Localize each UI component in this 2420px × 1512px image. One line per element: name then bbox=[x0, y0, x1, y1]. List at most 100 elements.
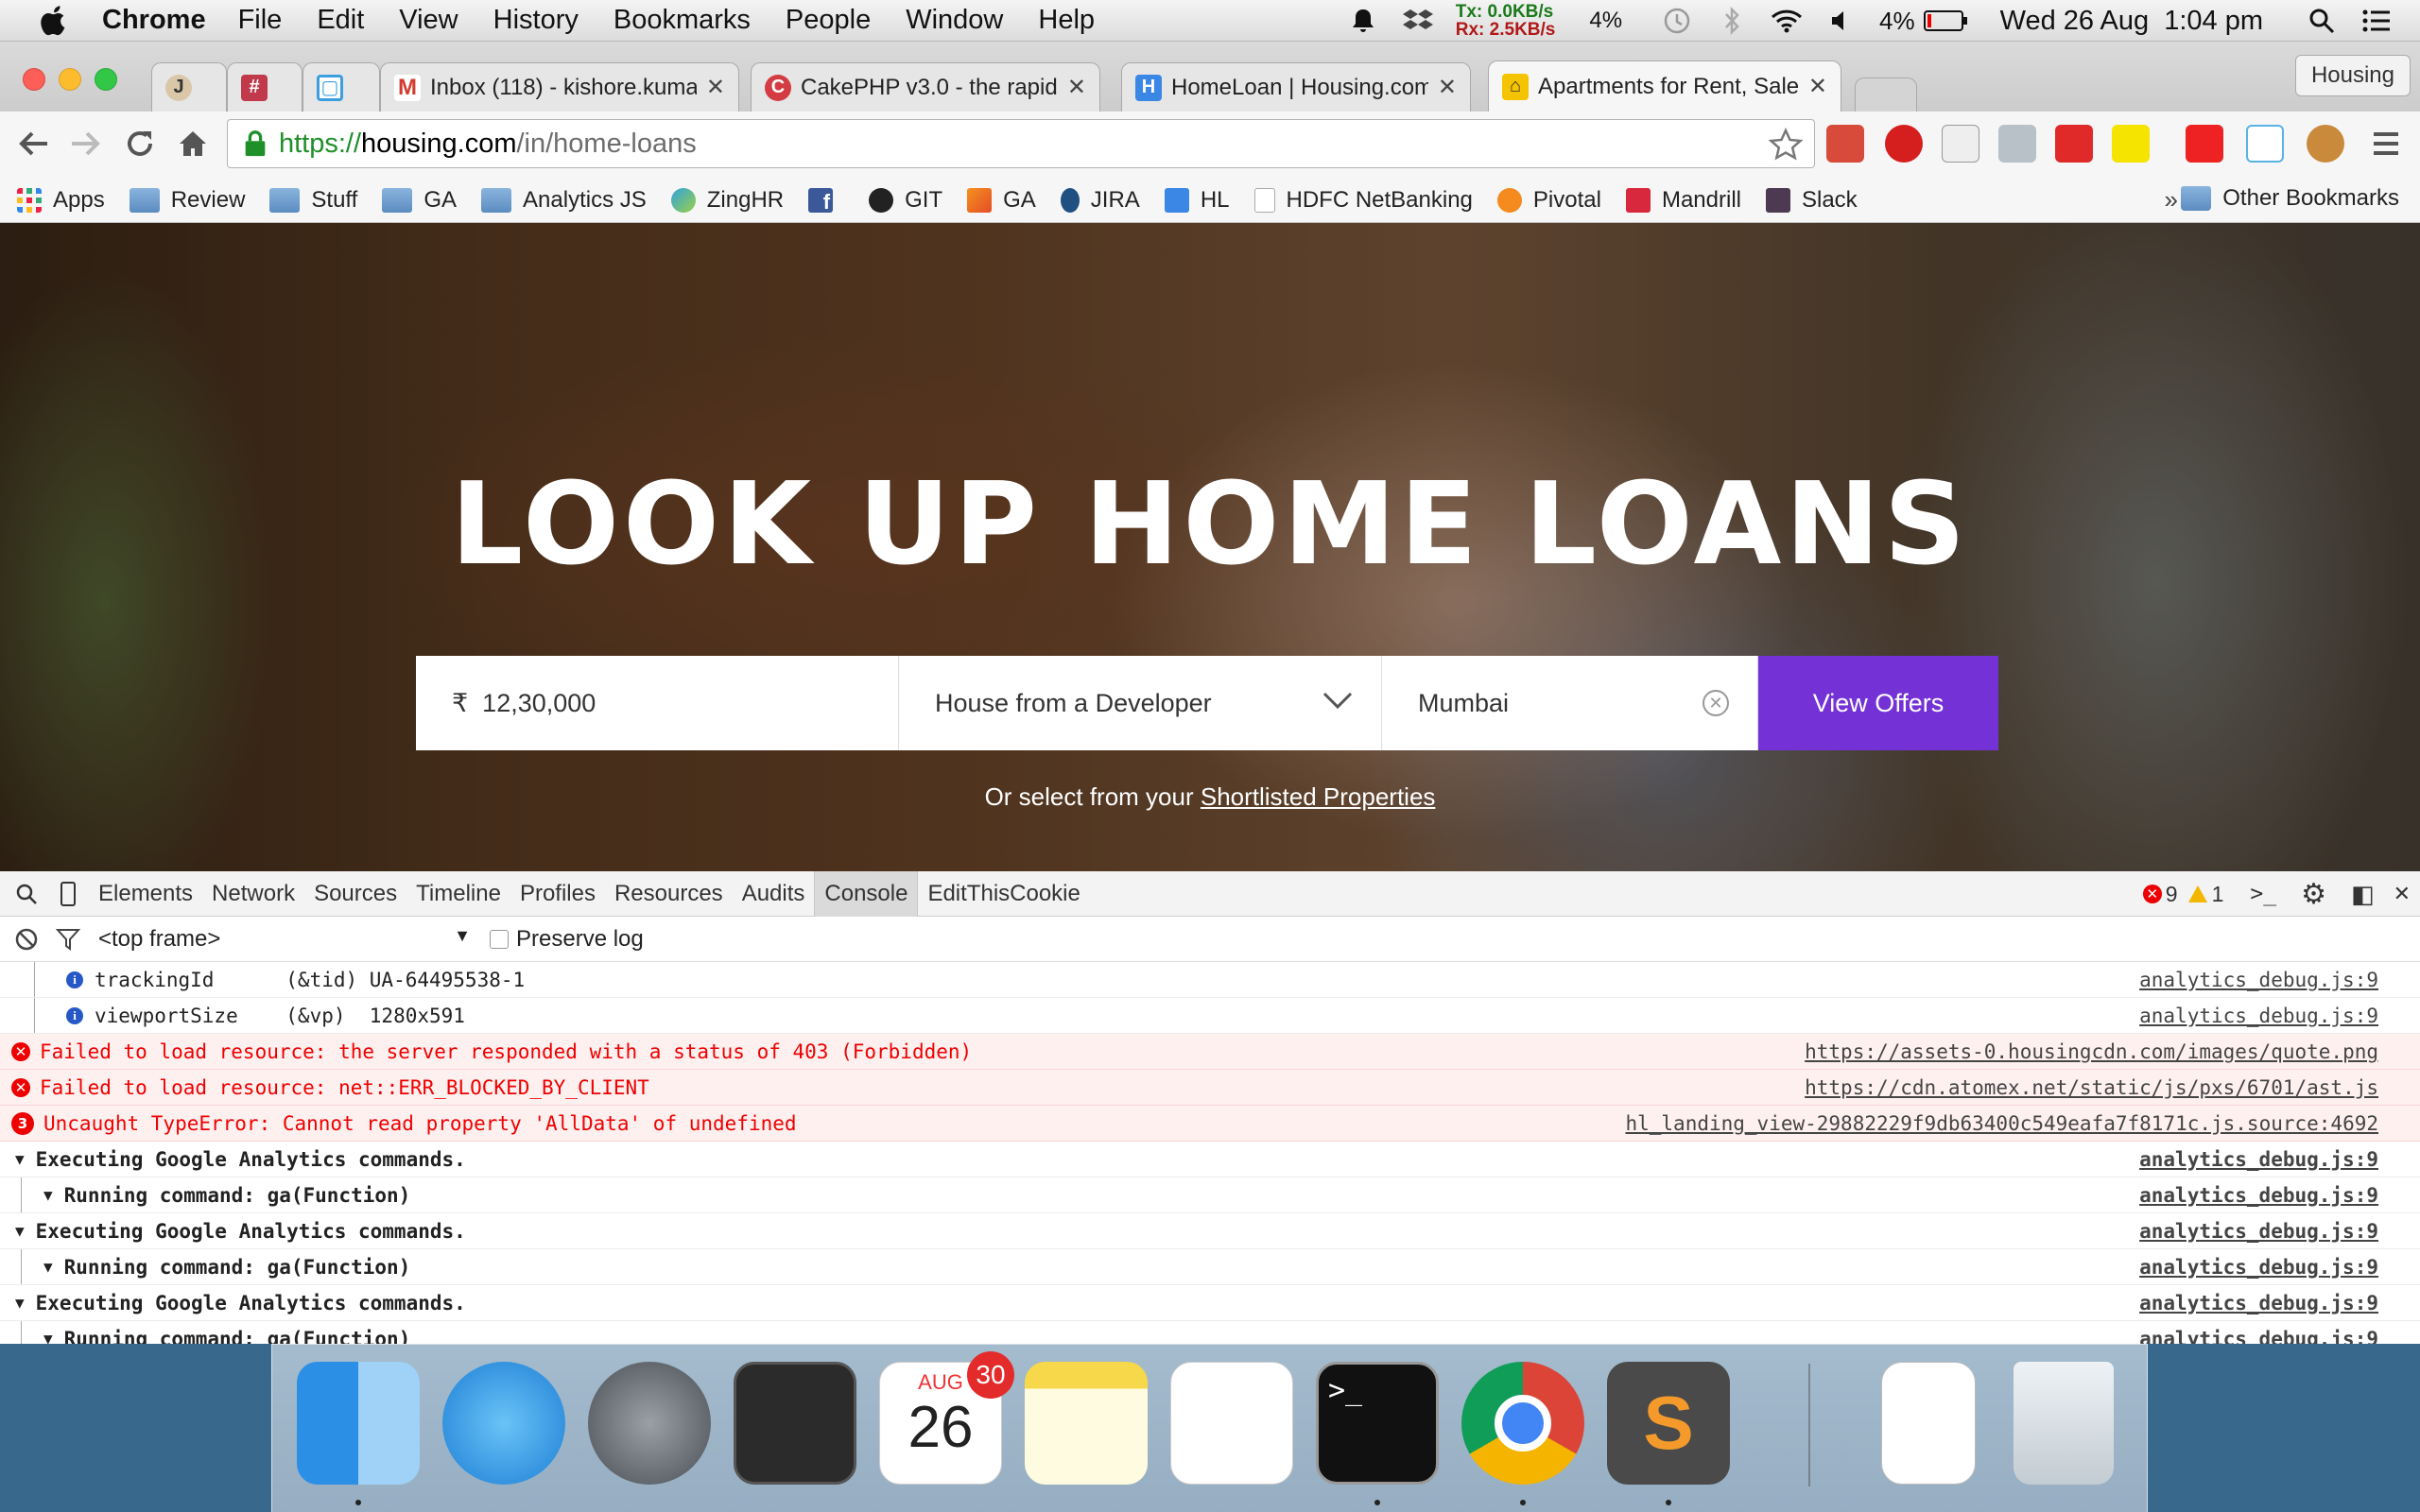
cookie-icon[interactable] bbox=[2307, 125, 2344, 163]
bookmark-page-icon[interactable] bbox=[2246, 125, 2284, 163]
lock-icon[interactable] bbox=[241, 129, 269, 158]
notification-center-icon[interactable] bbox=[2360, 7, 2394, 35]
console-source-link[interactable]: https://cdn.atomex.net/static/js/pxs/670… bbox=[1805, 1076, 2378, 1099]
close-tab-icon[interactable]: ✕ bbox=[706, 74, 725, 101]
inspect-search-icon[interactable] bbox=[6, 871, 47, 917]
clock[interactable]: Wed 26 Aug 1:04 pm bbox=[2000, 6, 2263, 37]
trash-icon[interactable] bbox=[2014, 1362, 2114, 1485]
devtools-tab-resources[interactable]: Resources bbox=[605, 871, 733, 917]
close-devtools-icon[interactable]: ✕ bbox=[2394, 882, 2411, 906]
console-source-link[interactable]: analytics_debug.js:9 bbox=[2139, 1220, 2378, 1243]
tab-homeloan[interactable]: H HomeLoan | Housing.com ✕ bbox=[1121, 62, 1471, 112]
devtools-tab-elements[interactable]: Elements bbox=[89, 871, 202, 917]
volume-icon[interactable] bbox=[1824, 7, 1858, 35]
tab-apartments[interactable]: ⌂ Apartments for Rent, Sale a ✕ bbox=[1488, 60, 1841, 112]
device-mode-icon[interactable] bbox=[47, 871, 89, 917]
clear-icon[interactable]: ✕ bbox=[1703, 690, 1729, 716]
bookmark-zinghr[interactable]: ZingHR bbox=[670, 187, 784, 214]
console-source-link[interactable]: analytics_debug.js:9 bbox=[2139, 1256, 2378, 1279]
tab-app[interactable]: ▢ bbox=[302, 62, 380, 112]
speed-meter-icon[interactable] bbox=[2186, 125, 2223, 163]
menu-help[interactable]: Help bbox=[1038, 5, 1095, 36]
tab-cakephp[interactable]: C CakePHP v3.0 - the rapid d ✕ bbox=[751, 62, 1100, 112]
menu-edit[interactable]: Edit bbox=[317, 5, 364, 36]
expand-triangle-icon[interactable]: ▼ bbox=[43, 1258, 53, 1276]
chrome-menu-icon[interactable] bbox=[2367, 125, 2405, 163]
console-group-row[interactable]: ▼ Executing Google Analytics commands. a… bbox=[0, 1285, 2420, 1321]
more-bookmarks-chevron-icon[interactable]: » bbox=[2165, 185, 2178, 215]
battery-icon[interactable] bbox=[1923, 7, 1970, 35]
close-tab-icon[interactable]: ✕ bbox=[1808, 73, 1827, 100]
bookmark-git[interactable]: GIT bbox=[869, 187, 942, 214]
console-source-link[interactable]: hl_landing_view-29882229f9db63400c549eaf… bbox=[1625, 1112, 2378, 1135]
console-source-link[interactable]: https://assets-0.housingcdn.com/images/q… bbox=[1805, 1040, 2378, 1063]
console-group-row[interactable]: ▼ Executing Google Analytics commands. a… bbox=[0, 1142, 2420, 1177]
reload-button[interactable] bbox=[121, 125, 159, 163]
dock-side-icon[interactable]: ◧ bbox=[2351, 880, 2375, 909]
calendar-icon[interactable]: AUG 26 30 bbox=[879, 1351, 1014, 1485]
tab-jenkins[interactable]: J bbox=[151, 62, 227, 112]
console-source-link[interactable]: analytics_debug.js:9 bbox=[2139, 969, 2378, 991]
close-window-button[interactable] bbox=[23, 68, 45, 91]
menu-history[interactable]: History bbox=[493, 5, 579, 36]
apple-menu-icon[interactable] bbox=[34, 5, 76, 37]
bookmark-slack[interactable]: Slack bbox=[1765, 187, 1858, 214]
console-group-row[interactable]: ▼ Executing Google Analytics commands. a… bbox=[0, 1213, 2420, 1249]
preserve-log-checkbox[interactable]: Preserve log bbox=[490, 926, 644, 953]
devtools-tab-network[interactable]: Network bbox=[202, 871, 304, 917]
console-group-row[interactable]: ▼ Running command: ga(Function) analytic… bbox=[0, 1321, 2420, 1344]
adblock-icon[interactable] bbox=[1885, 125, 1923, 163]
address-bar[interactable]: https://housing.com/in/home-loans bbox=[227, 119, 1815, 168]
bookmark-ga-folder[interactable]: GA bbox=[382, 187, 457, 214]
view-offers-button[interactable]: View Offers bbox=[1758, 656, 1998, 750]
forward-button[interactable] bbox=[66, 125, 104, 163]
bookmark-star-icon[interactable] bbox=[1769, 128, 1803, 162]
bookmark-hdfc[interactable]: HDFC NetBanking bbox=[1253, 187, 1473, 214]
clear-console-icon[interactable] bbox=[6, 917, 47, 962]
bookmark-pivotal[interactable]: Pivotal bbox=[1496, 187, 1601, 214]
desktop-switcher-icon[interactable] bbox=[734, 1362, 856, 1485]
city-input[interactable]: Mumbai ✕ bbox=[1382, 656, 1758, 750]
close-tab-icon[interactable]: ✕ bbox=[1438, 74, 1457, 101]
expand-triangle-icon[interactable]: ▼ bbox=[15, 1150, 25, 1168]
minimize-window-button[interactable] bbox=[59, 68, 81, 91]
bookmark-analytics-js[interactable]: Analytics JS bbox=[481, 187, 647, 214]
zoom-window-button[interactable] bbox=[95, 68, 117, 91]
console-source-link[interactable]: analytics_debug.js:9 bbox=[2139, 1328, 2378, 1345]
devtools-tab-audits[interactable]: Audits bbox=[733, 871, 815, 917]
devtools-tab-profiles[interactable]: Profiles bbox=[510, 871, 605, 917]
close-tab-icon[interactable]: ✕ bbox=[1067, 74, 1086, 101]
tab-slack[interactable]: # bbox=[227, 62, 302, 112]
filter-icon[interactable] bbox=[47, 917, 89, 962]
expand-triangle-icon[interactable]: ▼ bbox=[43, 1330, 53, 1344]
chrome-icon[interactable] bbox=[1461, 1362, 1584, 1485]
expand-triangle-icon[interactable]: ▼ bbox=[15, 1294, 25, 1312]
shortlisted-properties-link[interactable]: Shortlisted Properties bbox=[1201, 782, 1436, 811]
launchpad-icon[interactable] bbox=[588, 1362, 711, 1485]
warning-icon[interactable] bbox=[2187, 885, 2208, 903]
new-tab-button[interactable] bbox=[1855, 77, 1917, 112]
home-button[interactable] bbox=[174, 125, 212, 163]
loan-amount-input[interactable]: ₹ 12,30,000 bbox=[416, 656, 899, 750]
bookmark-mandrill[interactable]: Mandrill bbox=[1625, 187, 1741, 214]
bookmark-hl[interactable]: HL bbox=[1164, 187, 1230, 214]
sublime-text-icon[interactable]: S bbox=[1607, 1362, 1730, 1485]
bookmark-ga[interactable]: GA bbox=[967, 187, 1036, 214]
back-button[interactable] bbox=[15, 125, 53, 163]
menu-view[interactable]: View bbox=[399, 5, 458, 36]
ett-icon[interactable] bbox=[1942, 125, 1979, 163]
console-source-link[interactable]: analytics_debug.js:9 bbox=[2139, 1148, 2378, 1171]
checkbox-box[interactable] bbox=[490, 929, 509, 949]
devtools-tab-timeline[interactable]: Timeline bbox=[406, 871, 510, 917]
n-extension-icon[interactable] bbox=[2112, 125, 2150, 163]
menu-people[interactable]: People bbox=[786, 5, 871, 36]
reminders-icon[interactable] bbox=[1170, 1362, 1293, 1485]
bookmark-jira[interactable]: JIRA bbox=[1060, 187, 1140, 214]
dropbox-icon[interactable] bbox=[1401, 7, 1435, 35]
wifi-icon[interactable] bbox=[1770, 7, 1804, 35]
finder-icon[interactable] bbox=[297, 1362, 420, 1485]
property-type-select[interactable]: House from a Developer bbox=[899, 656, 1382, 750]
console-source-link[interactable]: analytics_debug.js:9 bbox=[2139, 1005, 2378, 1027]
devtools-tab-editthiscookie[interactable]: EditThisCookie bbox=[918, 871, 1089, 917]
console-group-row[interactable]: ▼ Running command: ga(Function) analytic… bbox=[0, 1177, 2420, 1213]
